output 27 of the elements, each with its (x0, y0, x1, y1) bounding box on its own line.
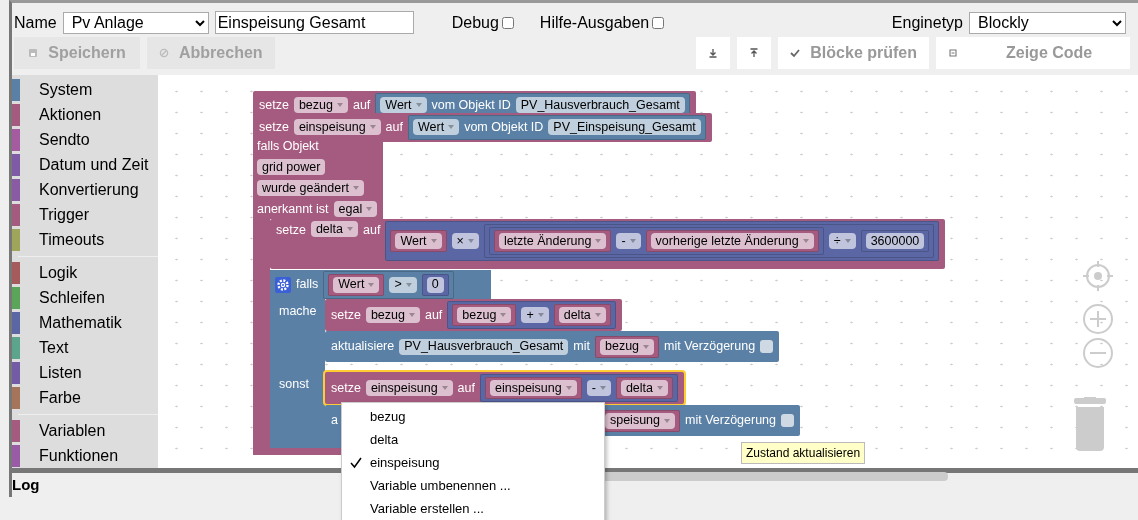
block-label: mit (573, 338, 590, 356)
block-label: mache (279, 303, 317, 320)
block-label: vom Objekt ID (431, 97, 511, 114)
block-label: anerkannt ist (257, 200, 329, 218)
option-label: Hilfe-Ausgaben (539, 13, 650, 31)
block-label: setze (259, 119, 289, 136)
block-label: mit Verzögerung (685, 412, 777, 430)
log-title: Log (12, 478, 40, 492)
engine-label: Enginetyp (891, 12, 963, 33)
block-label: auf (352, 97, 371, 114)
block-label: auf (385, 119, 403, 136)
block-label: auf (424, 306, 443, 324)
option-label: Debug (451, 13, 499, 31)
block-label: aktualisiere (331, 338, 395, 356)
block-label: mit Verzögerung (664, 338, 756, 356)
block-label: auf (363, 222, 381, 239)
block-label: falls (296, 276, 319, 294)
block-label: setze (276, 222, 306, 239)
block-label: a (331, 412, 338, 430)
block-label: vom Objekt ID (464, 119, 544, 136)
block-label: sonst (279, 376, 309, 393)
block-label: setze (331, 306, 361, 324)
block-label: setze (331, 379, 361, 397)
tooltip: Zustand aktualisieren (741, 442, 866, 464)
name-label: Name (14, 12, 57, 33)
block-label: setze (259, 97, 289, 114)
block-label: auf (457, 379, 475, 397)
